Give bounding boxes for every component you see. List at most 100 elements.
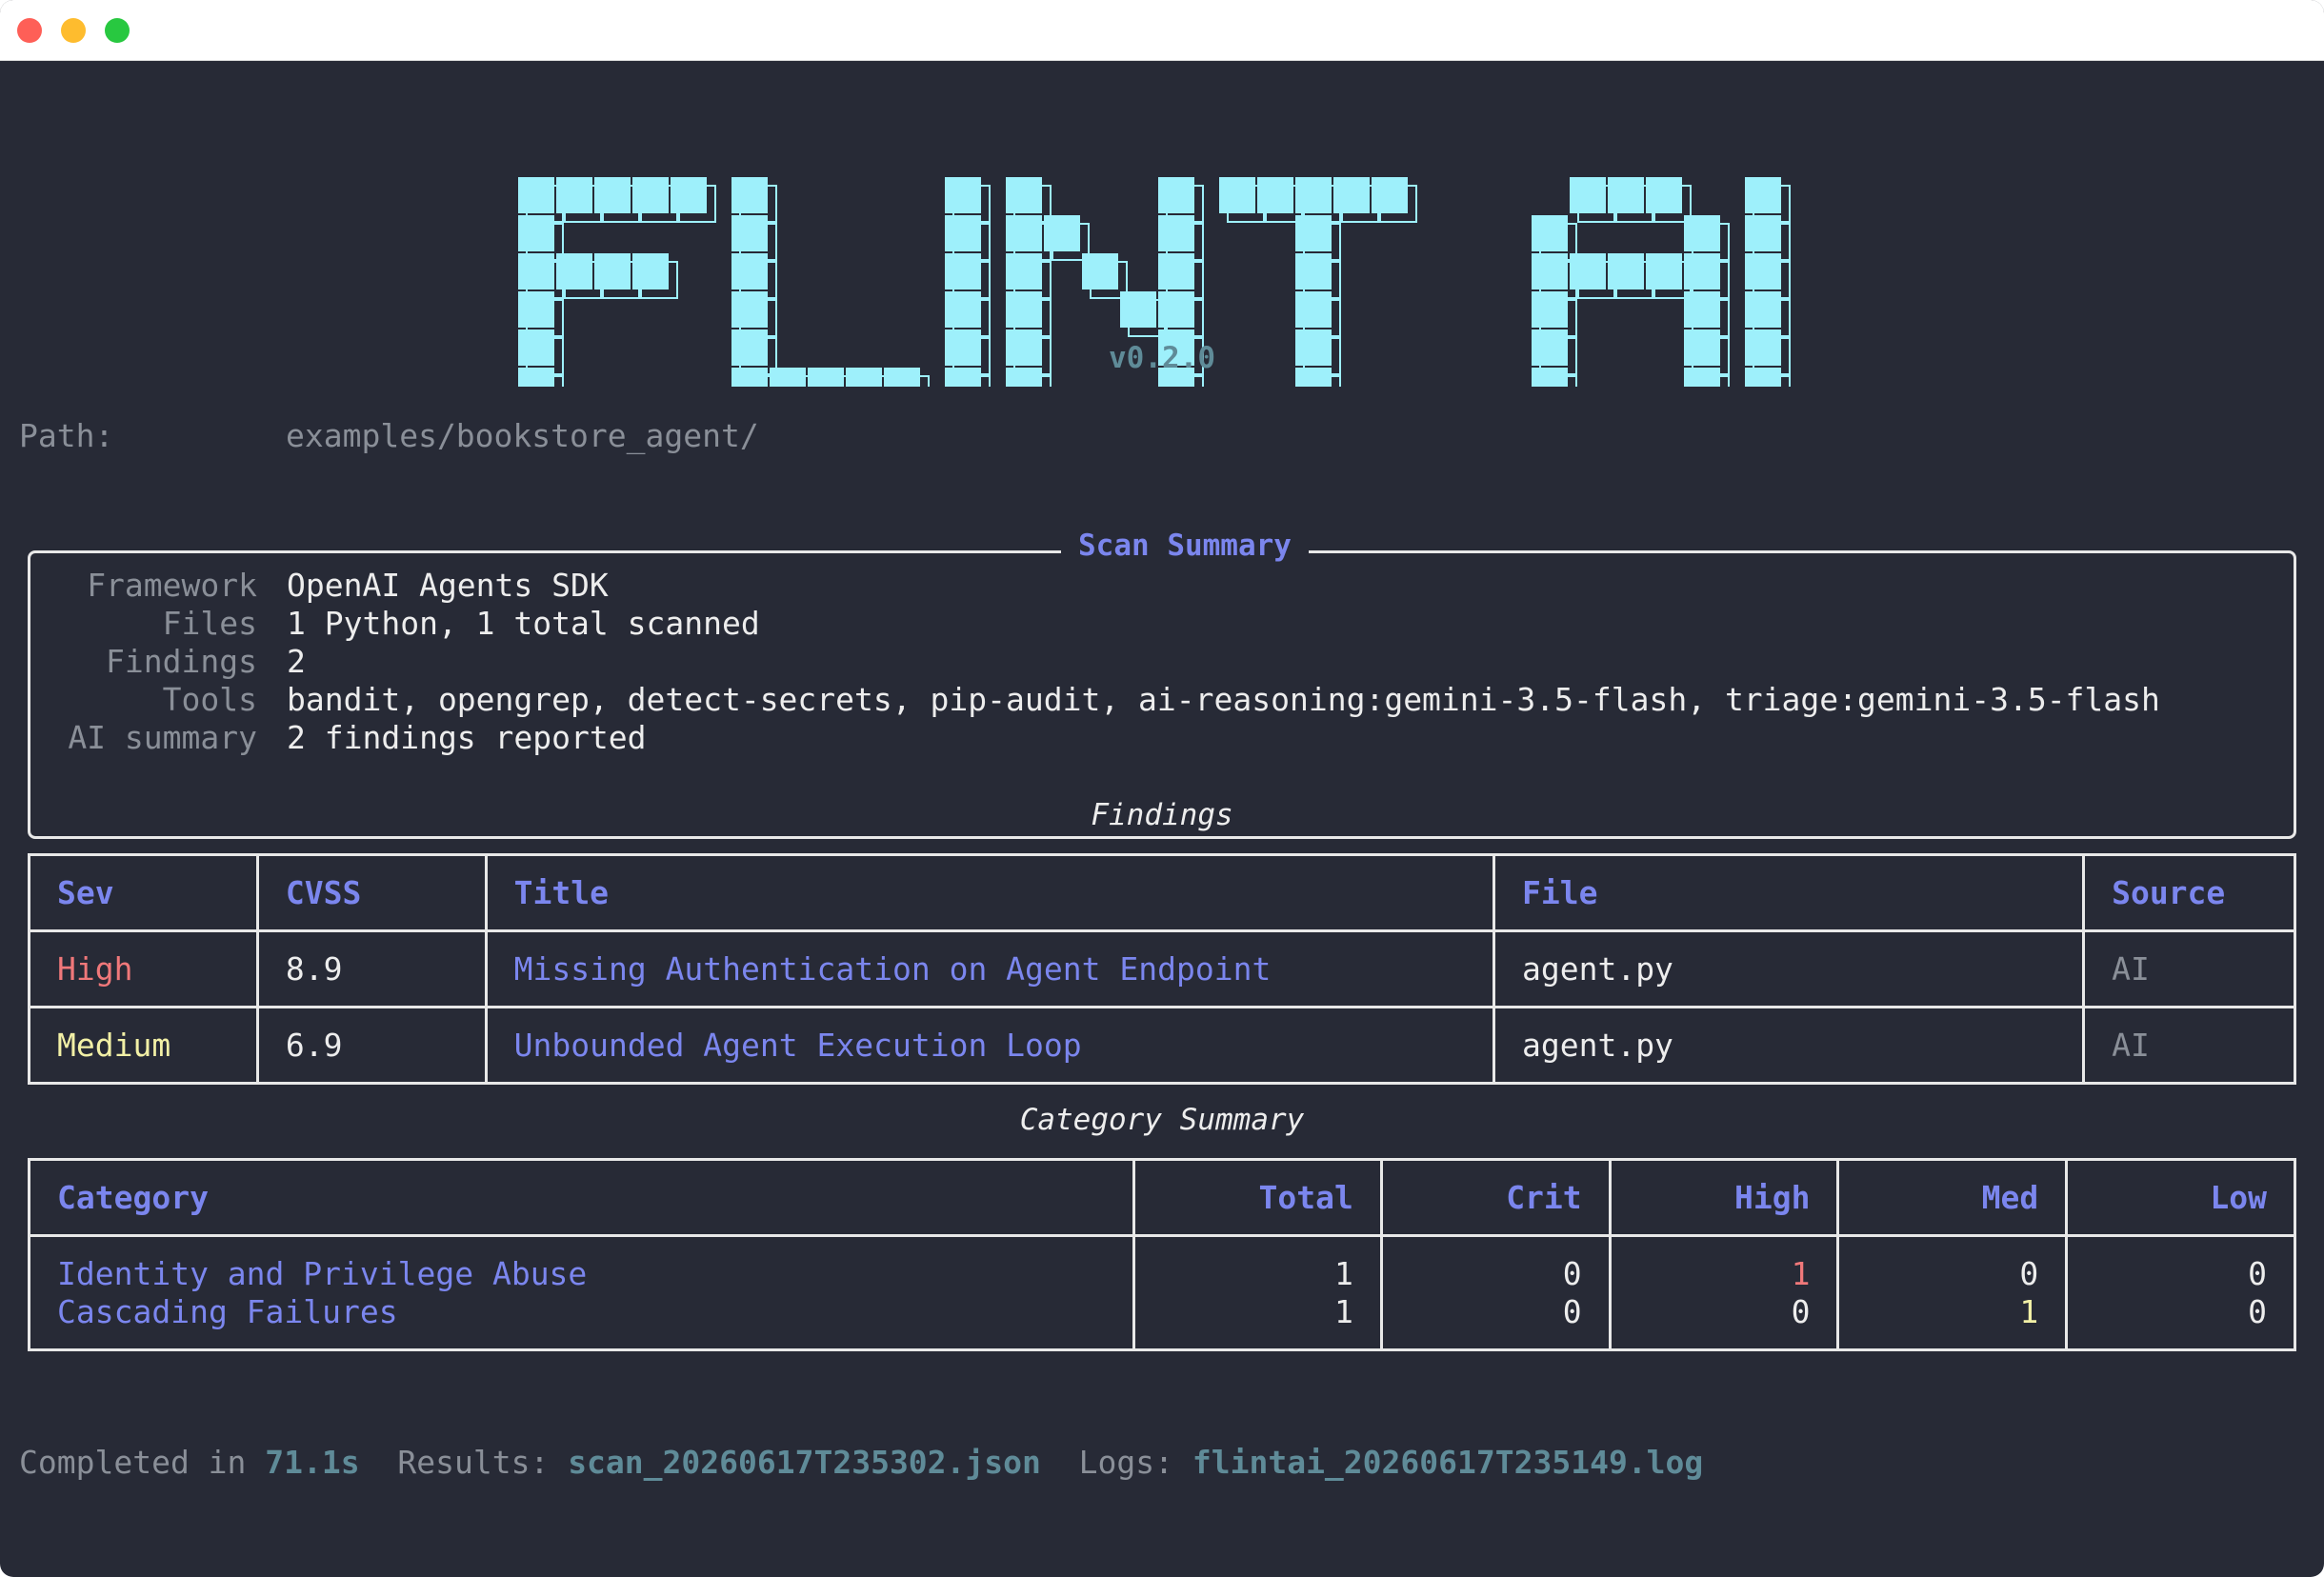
summary-key: Framework	[87, 567, 257, 604]
column-header-low: Low	[2065, 1158, 2296, 1237]
version-label: v0.2.0	[1109, 341, 1215, 375]
finding-title-cell: Unbounded Agent Execution Loop	[484, 1006, 1495, 1085]
path-value: examples/bookstore_agent/	[286, 417, 759, 454]
table-row: Medium 6.9 Unbounded Agent Execution Loo…	[28, 1006, 2296, 1085]
summary-key: Files	[162, 605, 257, 642]
column-header-crit: Crit	[1379, 1158, 1612, 1237]
close-window-button[interactable]	[17, 18, 42, 43]
logo-block	[1646, 253, 1682, 289]
summary-key: Tools	[162, 681, 257, 718]
logo-block	[1570, 253, 1606, 289]
logo-block	[1684, 253, 1720, 289]
total-cell: 1 1	[1132, 1234, 1383, 1351]
category-name: Cascading Failures	[57, 1292, 398, 1330]
results-file-link[interactable]: scan_20260617T235302.json	[568, 1444, 1041, 1481]
summary-row-findings: Findings 2	[30, 643, 2288, 681]
logo-block	[1532, 215, 1568, 251]
logo-block	[518, 253, 554, 289]
logo-block	[1006, 291, 1042, 328]
logo-block	[556, 177, 592, 213]
logo-block	[1158, 291, 1194, 328]
logo-block	[731, 253, 768, 289]
title-bar	[0, 0, 2324, 61]
logo-block	[518, 291, 554, 328]
finding-title-cell: Missing Authentication on Agent Endpoint	[484, 929, 1495, 1008]
low-cell: 0 0	[2065, 1234, 2296, 1351]
scan-summary-panel: Scan Summary Framework OpenAI Agents SDK…	[28, 529, 2296, 839]
logo-block	[556, 253, 592, 289]
count-value: 0	[1562, 1292, 1582, 1330]
logo-block	[1684, 291, 1720, 328]
summary-value: 2 findings reported	[287, 719, 647, 756]
logs-label: Logs:	[1078, 1444, 1192, 1481]
med-cell: 0 1	[1836, 1234, 2069, 1351]
logo-block	[1333, 177, 1370, 213]
logo-block	[1532, 291, 1568, 328]
logo-block	[1608, 177, 1644, 213]
count-value: 1	[1334, 1254, 1353, 1292]
count-value: 0	[2019, 1254, 2039, 1292]
logo-block	[594, 177, 631, 213]
count-value: 0	[1562, 1254, 1582, 1292]
logo-block	[1219, 177, 1255, 213]
logo-block	[632, 253, 669, 289]
count-value: 0	[2248, 1254, 2267, 1292]
category-summary-title: Category Summary	[1019, 1103, 1305, 1137]
column-header-file: File	[1492, 853, 2086, 932]
source-cell: AI	[2082, 1006, 2296, 1085]
logs-file-link[interactable]: flintai_20260617T235149.log	[1192, 1444, 1703, 1481]
scan-summary-title: Scan Summary	[1061, 529, 1309, 563]
findings-header-row: Sev CVSS Title File Source	[28, 853, 2296, 932]
terminal-output: v0.2.0 Path: examples/bookstore_agent/ S…	[0, 61, 2324, 1577]
logo-block	[1745, 291, 1781, 328]
summary-key: Findings	[106, 643, 257, 680]
category-header-row: Category Total Crit High Med Low	[27, 1158, 2296, 1237]
findings-table: Sev CVSS Title File Source High 8.9 Miss…	[28, 853, 2296, 1085]
logo-block	[632, 177, 669, 213]
logo-block	[1158, 253, 1194, 289]
results-label: Results:	[397, 1444, 569, 1481]
path-label: Path:	[19, 417, 114, 454]
logo-block	[731, 215, 768, 251]
summary-key: AI summary	[68, 719, 257, 756]
cvss-cell: 6.9	[255, 1006, 488, 1085]
logo-block	[1646, 177, 1682, 213]
logo-block	[1684, 215, 1720, 251]
logo-block	[518, 177, 554, 213]
count-value: 1	[1791, 1254, 1811, 1292]
completed-value: 71.1s	[265, 1444, 360, 1481]
logo-block	[1158, 177, 1194, 213]
column-header-high: High	[1608, 1158, 1840, 1237]
summary-value: bandit, opengrep, detect-secrets, pip-au…	[287, 681, 2160, 718]
column-header-med: Med	[1836, 1158, 2069, 1237]
summary-row-framework: Framework OpenAI Agents SDK	[30, 567, 2288, 605]
logo-block	[1532, 253, 1568, 289]
minimize-window-button[interactable]	[61, 18, 86, 43]
logo-block	[945, 253, 981, 289]
logo-block	[671, 177, 707, 213]
logo-block	[1372, 177, 1408, 213]
summary-row-files: Files 1 Python, 1 total scanned	[30, 605, 2288, 643]
count-value: 1	[1334, 1292, 1353, 1330]
logo-block	[1295, 253, 1332, 289]
severity-cell: High	[28, 929, 259, 1008]
crit-cell: 0 0	[1379, 1234, 1612, 1351]
logo-block	[731, 177, 768, 213]
logo-block	[1295, 215, 1332, 251]
severity-cell: Medium	[28, 1006, 259, 1085]
column-header-title: Title	[484, 853, 1495, 932]
logo-block	[1745, 253, 1781, 289]
summary-value: OpenAI Agents SDK	[287, 567, 609, 604]
status-footer: Completed in 71.1s Results: scan_2026061…	[19, 1444, 1703, 1481]
summary-row-ai-summary: AI summary 2 findings reported	[30, 719, 2288, 757]
summary-value: 1 Python, 1 total scanned	[287, 605, 760, 642]
logo-block	[1158, 215, 1194, 251]
high-cell: 1 0	[1608, 1234, 1840, 1351]
logo-block	[1120, 291, 1156, 328]
logo-block	[1295, 177, 1332, 213]
table-row: High 8.9 Missing Authentication on Agent…	[28, 929, 2296, 1008]
category-name: Identity and Privilege Abuse	[57, 1254, 588, 1292]
column-header-category: Category	[27, 1158, 1136, 1237]
cvss-cell: 8.9	[255, 929, 488, 1008]
zoom-window-button[interactable]	[105, 18, 130, 43]
